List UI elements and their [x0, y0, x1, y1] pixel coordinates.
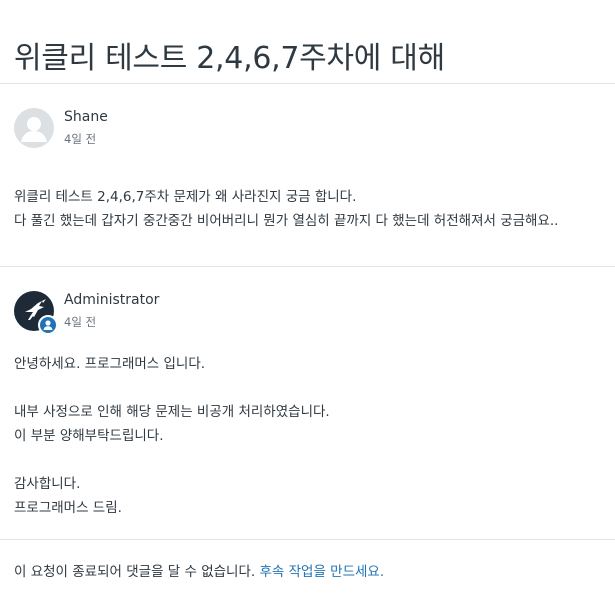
agent-badge-icon [38, 315, 58, 335]
post-body: 위클리 테스트 2,4,6,7주차 문제가 왜 사라진지 궁금 합니다. 다 풀… [14, 185, 558, 233]
reply-greeting: 안녕하세요. 프로그래머스 입니다. [14, 356, 206, 372]
post-timestamp: 4일 전 [64, 132, 97, 146]
reply-author-block: Administrator 4일 전 [14, 291, 159, 335]
closed-text: 이 요청이 종료되어 댓글을 달 수 없습니다. [14, 564, 260, 580]
reply-line: 내부 사정으로 인해 해당 문제는 비공개 처리하였습니다. [14, 404, 330, 420]
post-author-name[interactable]: Shane [64, 108, 108, 126]
request-closed-notice: 이 요청이 종료되어 댓글을 달 수 없습니다. 후속 작업을 만드세요. [14, 560, 384, 584]
divider [0, 83, 615, 84]
divider [0, 539, 615, 540]
post-line: 다 풀긴 했는데 갑자기 중간중간 비어버리니 뭔가 열심히 끝까지 다 했는데… [14, 213, 559, 229]
page-title: 위클리 테스트 2,4,6,7주차에 대해 [14, 41, 445, 77]
post-author-block: Shane 4일 전 [14, 108, 108, 148]
create-followup-link[interactable]: 후속 작업을 만드세요. [259, 564, 384, 580]
reply-timestamp: 4일 전 [64, 315, 97, 329]
reply-closing: 감사합니다. [14, 476, 81, 492]
reply-signature: 프로그래머스 드림. [14, 500, 122, 516]
default-user-avatar-icon [21, 117, 47, 142]
avatar[interactable] [14, 108, 54, 148]
reply-line: 이 부분 양해부탁드립니다. [14, 428, 164, 444]
avatar[interactable] [14, 291, 58, 335]
reply-author-name[interactable]: Administrator [64, 291, 159, 309]
post-line: 위클리 테스트 2,4,6,7주차 문제가 왜 사라진지 궁금 합니다. [14, 189, 357, 205]
reply-body: 안녕하세요. 프로그래머스 입니다. 내부 사정으로 인해 해당 문제는 비공개… [14, 352, 330, 520]
divider [0, 266, 615, 267]
